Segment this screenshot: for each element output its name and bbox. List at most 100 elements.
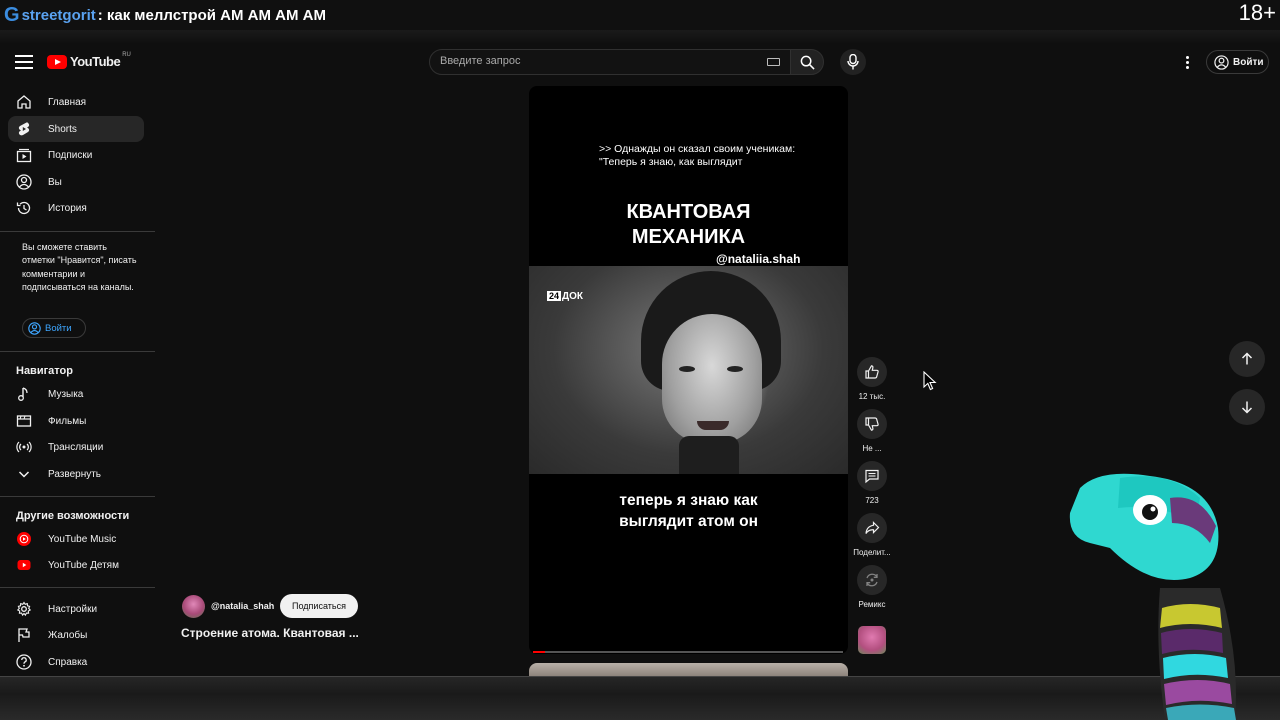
previous-short-button[interactable] [1229,341,1265,377]
video-caption-line: "Теперь я знаю, как выглядит [599,156,743,168]
navigator-heading: Навигатор [16,365,73,377]
sidebar-signin-button[interactable]: Войти [22,318,86,338]
dislike-label: Не ... [862,444,882,453]
sidebar-item-label: Подписки [48,149,93,161]
account-icon [28,321,41,335]
sidebar-item-music[interactable]: Музыка [8,381,144,407]
video-overlay-handle: @nataliia.shah [716,252,801,266]
stream-channel-name: streetgorit [21,6,96,24]
sound-thumbnail[interactable] [858,626,886,654]
youtube-kids-icon [17,560,31,570]
channel-avatar[interactable] [182,595,205,618]
search-input[interactable] [440,55,750,67]
sidebar-item-home[interactable]: Главная [8,89,144,115]
video-subtitle-line: теперь я знаю как [619,492,758,509]
sidebar-item-label: Трансляции [48,441,104,453]
like-button[interactable] [857,357,887,387]
sidebar-item-films[interactable]: Фильмы [8,408,144,434]
flag-icon [18,628,30,642]
help-icon [16,654,32,670]
account-icon [1214,54,1229,70]
share-icon [865,521,880,534]
sidebar-item-report[interactable]: Жалобы [8,622,144,648]
voice-search-button[interactable] [840,49,866,75]
search-box [429,49,791,75]
stream-title: : как меллстрой АМ АМ АМ АМ [97,6,326,24]
sidebar-divider [0,351,155,352]
comments-button[interactable] [857,461,887,491]
youtube-music-icon [17,532,31,546]
sidebar-item-label: YouTube Детям [48,559,119,571]
youtube-play-icon [47,54,67,69]
sidebar-divider [0,231,155,232]
sidebar-item-help[interactable]: Справка [8,649,144,675]
sidebar-item-label: Вы [48,176,62,188]
search-button[interactable] [790,49,824,75]
sock-puppet-overlay [1069,473,1236,720]
video-overlay-title: КВАНТОВАЯ МЕХАНИКА [529,200,848,250]
screen: G streetgorit : как меллстрой АМ АМ АМ А… [0,0,1280,720]
like-count: 12 тыс. [858,392,886,401]
video-title-line: МЕХАНИКА [631,226,746,248]
next-short-preview[interactable] [529,663,848,677]
settings-icon [16,601,32,617]
subscriptions-icon [16,148,32,163]
remix-icon [866,573,878,587]
comments-count: 723 [865,496,879,505]
thumbs-up-icon [865,365,879,379]
dislike-button[interactable] [857,409,887,439]
stream-frame-top [0,30,1280,44]
short-video-player[interactable]: >> Однажды он сказал своим ученикам: "Те… [529,86,848,654]
share-action[interactable]: Поделит... [852,513,892,557]
live-icon [16,441,32,453]
shorts-icon [18,122,30,136]
microphone-icon [847,54,859,70]
sidebar-item-label: Жалобы [48,629,88,641]
comment-icon [865,469,879,484]
share-label: Поделит... [853,548,891,557]
thumbs-down-icon [865,417,879,431]
sidebar-item-youtube-music[interactable]: YouTube Music [8,526,144,552]
sidebar-item-you[interactable]: Вы [8,169,144,195]
sidebar-item-youtube-kids[interactable]: YouTube Детям [8,552,144,578]
signin-button[interactable]: Войти [1206,50,1269,74]
history-icon [16,201,31,215]
sidebar-item-settings[interactable]: Настройки [8,596,144,622]
sidebar-item-subscriptions[interactable]: Подписки [8,142,144,168]
video-caption-line: >> Однажды он сказал своим ученикам: [599,143,796,155]
broadcaster-logo-box: 24 [547,291,562,301]
menu-icon[interactable] [15,55,33,69]
keyboard-icon[interactable] [767,58,780,66]
sidebar-item-expand[interactable]: Развернуть [8,461,144,487]
share-button[interactable] [857,513,887,543]
youtube-logo[interactable]: YouTube RU [47,52,131,69]
search-icon [800,55,815,70]
sidebar-item-live[interactable]: Трансляции [8,434,144,460]
like-action[interactable]: 12 тыс. [852,357,892,401]
dislike-action[interactable]: Не ... [852,409,892,453]
channel-name[interactable]: @natalia_shah [211,601,274,611]
sidebar-item-shorts[interactable]: Shorts [8,116,144,142]
broadcaster-logo: 24 ДОК [547,291,583,302]
age-rating-badge: 18+ [1238,0,1276,25]
more-options-icon[interactable] [1184,56,1190,70]
signin-label: Войти [1233,56,1264,68]
music-icon [18,387,28,401]
mouse-cursor-icon [923,371,937,391]
signin-note: Вы сможете ставить отметки "Нравится", п… [22,242,137,292]
sidebar-item-history[interactable]: История [8,195,144,221]
video-progress-bar[interactable] [533,651,843,653]
short-title[interactable]: Строение атома. Квантовая ... [181,626,359,640]
sidebar-item-label: Справка [48,656,88,668]
video-caption: >> Однажды он сказал своим ученикам: "Те… [599,143,839,169]
subscribe-button[interactable]: Подписаться [280,594,358,618]
stream-g-logo: G [4,3,20,26]
video-subtitle: теперь я знаю как выглядит атом он [529,490,848,532]
video-frame-image: 24 ДОК [529,266,848,474]
video-title-line: КВАНТОВАЯ [626,201,751,223]
remix-button[interactable] [857,565,887,595]
comments-action[interactable]: 723 [852,461,892,505]
next-short-button[interactable] [1229,389,1265,425]
sidebar-item-label: Развернуть [48,468,102,480]
remix-action[interactable]: Ремикс [852,565,892,609]
